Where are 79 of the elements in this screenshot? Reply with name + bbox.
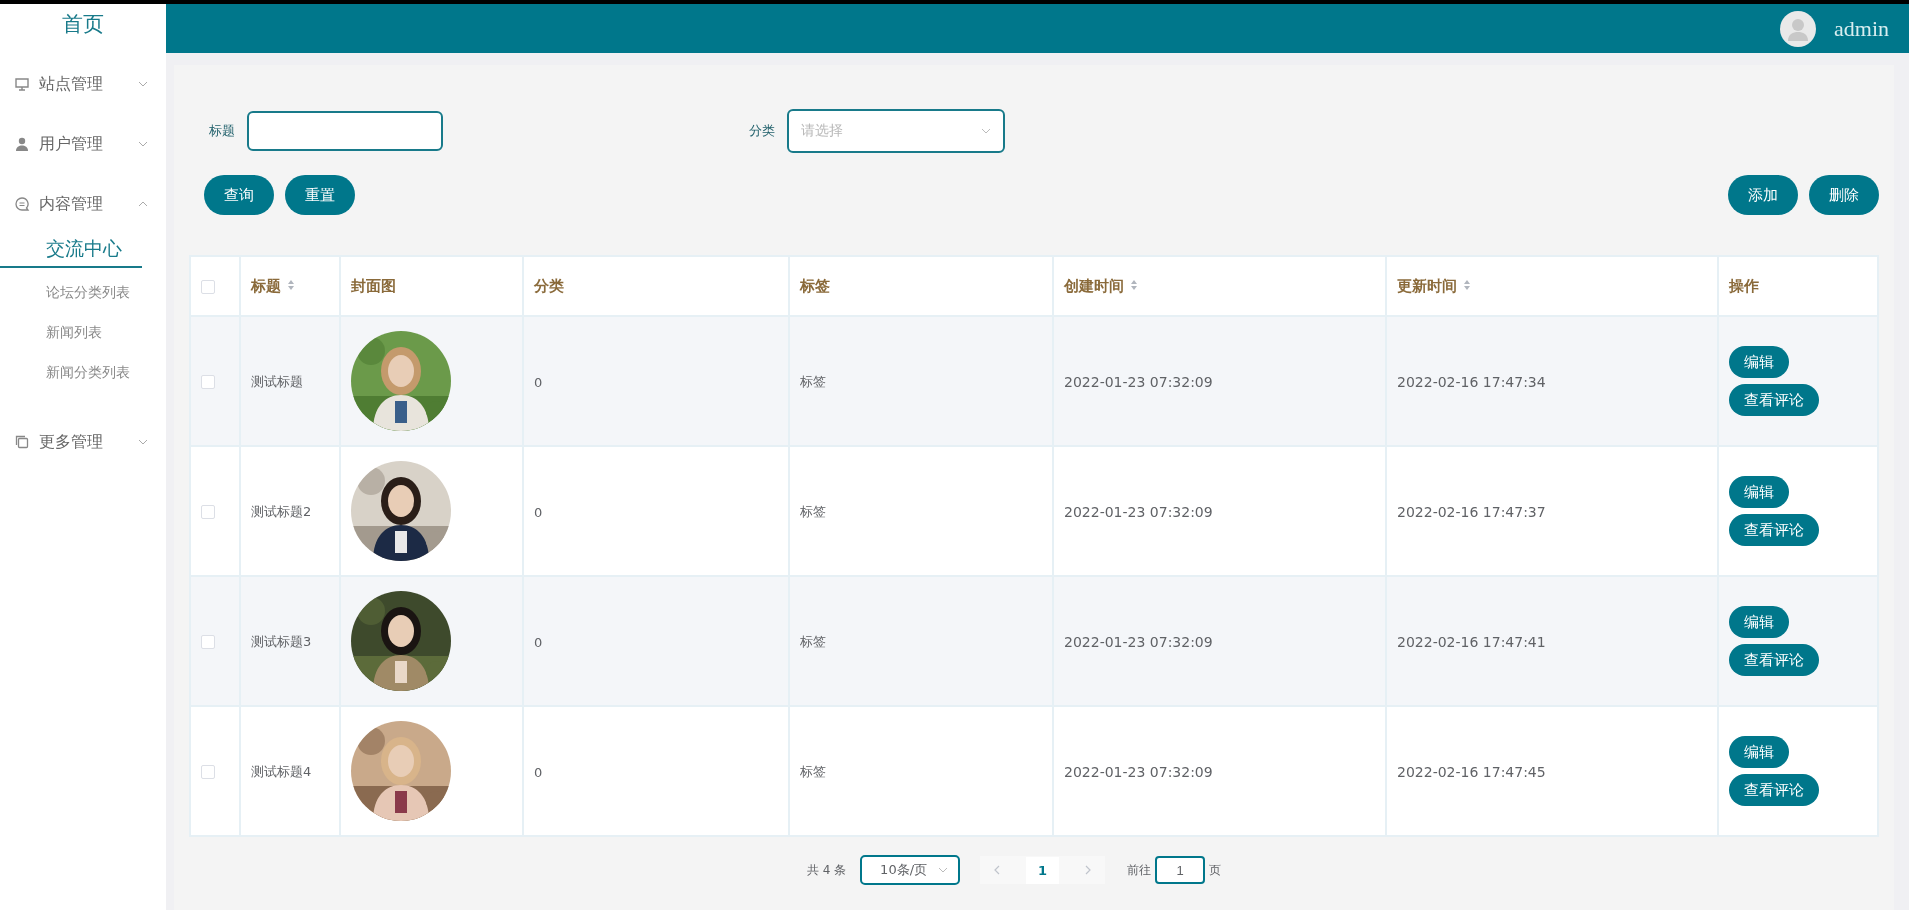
copy-icon bbox=[14, 434, 30, 450]
tag-cell: 标签 bbox=[800, 764, 826, 779]
goto-label: 前往 bbox=[1127, 861, 1152, 879]
category-cell: 0 bbox=[534, 634, 543, 650]
menu-item[interactable]: 内容管理 bbox=[0, 184, 166, 224]
next-page-icon[interactable] bbox=[1085, 865, 1092, 875]
user-icon bbox=[14, 136, 30, 152]
title-cell: 测试标题2 bbox=[251, 504, 312, 519]
updated-time-cell: 2022-02-16 17:47:41 bbox=[1397, 633, 1546, 650]
row-action-button[interactable]: 编辑 bbox=[1729, 346, 1789, 378]
page-suffix: 页 bbox=[1209, 861, 1222, 879]
previous-page-icon[interactable] bbox=[994, 865, 1001, 875]
column-header: 标签 bbox=[800, 277, 830, 295]
sort-icon[interactable] bbox=[1130, 279, 1138, 291]
goto-page-field[interactable]: 1 bbox=[1155, 856, 1206, 884]
updated-time-cell: 2022-02-16 17:47:37 bbox=[1397, 503, 1546, 520]
title-cell: 测试标题4 bbox=[251, 764, 312, 779]
menu-item[interactable]: 更多管理 bbox=[0, 422, 166, 462]
action-button[interactable]: 删除 bbox=[1809, 175, 1879, 215]
chevron-down-icon bbox=[138, 141, 148, 147]
action-button[interactable]: 添加 bbox=[1728, 175, 1798, 215]
title-label: 标题 bbox=[209, 122, 235, 140]
category-cell: 0 bbox=[534, 374, 543, 390]
created-time-cell: 2022-01-23 07:32:09 bbox=[1064, 763, 1213, 780]
column-header: 更新时间 bbox=[1397, 277, 1457, 295]
submenu-item[interactable]: 交流中心 bbox=[0, 230, 142, 268]
row-action-button[interactable]: 查看评论 bbox=[1729, 384, 1819, 416]
chevron-down-icon bbox=[981, 128, 991, 134]
column-header: 标题 bbox=[251, 277, 281, 295]
submenu-item[interactable]: 新闻列表 bbox=[0, 312, 166, 352]
chevron-down-icon bbox=[938, 867, 949, 873]
chevron-down-icon bbox=[138, 439, 148, 445]
user-name: admin bbox=[1834, 15, 1889, 42]
column-header: 创建时间 bbox=[1064, 277, 1124, 295]
title-field[interactable] bbox=[247, 111, 443, 151]
select-all-checkbox[interactable] bbox=[201, 280, 215, 294]
submenu-item[interactable]: 论坛分类列表 bbox=[0, 272, 166, 312]
row-action-button[interactable]: 编辑 bbox=[1729, 476, 1789, 508]
row-checkbox[interactable] bbox=[201, 635, 215, 649]
row-action-button[interactable]: 查看评论 bbox=[1729, 774, 1819, 806]
category-label: 分类 bbox=[749, 122, 775, 140]
menu-item[interactable]: 用户管理 bbox=[0, 124, 166, 164]
sort-icon[interactable] bbox=[287, 279, 295, 291]
updated-time-cell: 2022-02-16 17:47:45 bbox=[1397, 763, 1546, 780]
tag-cell: 标签 bbox=[800, 374, 826, 389]
action-button[interactable]: 查询 bbox=[204, 175, 274, 215]
chevron-down-icon bbox=[138, 81, 148, 87]
category-cell: 0 bbox=[534, 504, 543, 520]
avatar-icon bbox=[1780, 10, 1816, 47]
created-time-cell: 2022-01-23 07:32:09 bbox=[1064, 373, 1213, 390]
menu-item[interactable]: 站点管理 bbox=[0, 64, 166, 104]
tag-cell: 标签 bbox=[800, 504, 826, 519]
home-link[interactable]: 首页 bbox=[0, 4, 166, 44]
chevron-up-icon bbox=[138, 201, 148, 207]
title-cell: 测试标题3 bbox=[251, 634, 312, 649]
created-time-cell: 2022-01-23 07:32:09 bbox=[1064, 633, 1213, 650]
row-action-button[interactable]: 编辑 bbox=[1729, 736, 1789, 768]
column-header: 封面图 bbox=[351, 277, 396, 295]
chat-icon bbox=[14, 196, 30, 212]
submenu-item[interactable]: 新闻分类列表 bbox=[0, 352, 166, 392]
row-action-button[interactable]: 查看评论 bbox=[1729, 644, 1819, 676]
sort-icon[interactable] bbox=[1463, 279, 1471, 291]
row-checkbox[interactable] bbox=[201, 505, 215, 519]
row-checkbox[interactable] bbox=[201, 375, 215, 389]
title-cell: 测试标题 bbox=[251, 374, 303, 389]
total-count: 共 4 条 bbox=[806, 861, 847, 879]
row-action-button[interactable]: 编辑 bbox=[1729, 606, 1789, 638]
category-cell: 0 bbox=[534, 764, 543, 780]
tag-cell: 标签 bbox=[800, 634, 826, 649]
updated-time-cell: 2022-02-16 17:47:34 bbox=[1397, 373, 1546, 390]
row-checkbox[interactable] bbox=[201, 765, 215, 779]
page-size-select[interactable]: 10条/页 bbox=[860, 855, 961, 885]
action-button[interactable]: 重置 bbox=[285, 175, 355, 215]
page-number[interactable]: 1 bbox=[1026, 856, 1060, 884]
created-time-cell: 2022-01-23 07:32:09 bbox=[1064, 503, 1213, 520]
monitor-icon bbox=[14, 76, 30, 92]
column-header: 分类 bbox=[534, 277, 564, 295]
row-action-button[interactable]: 查看评论 bbox=[1729, 514, 1819, 546]
column-header: 操作 bbox=[1729, 277, 1759, 295]
